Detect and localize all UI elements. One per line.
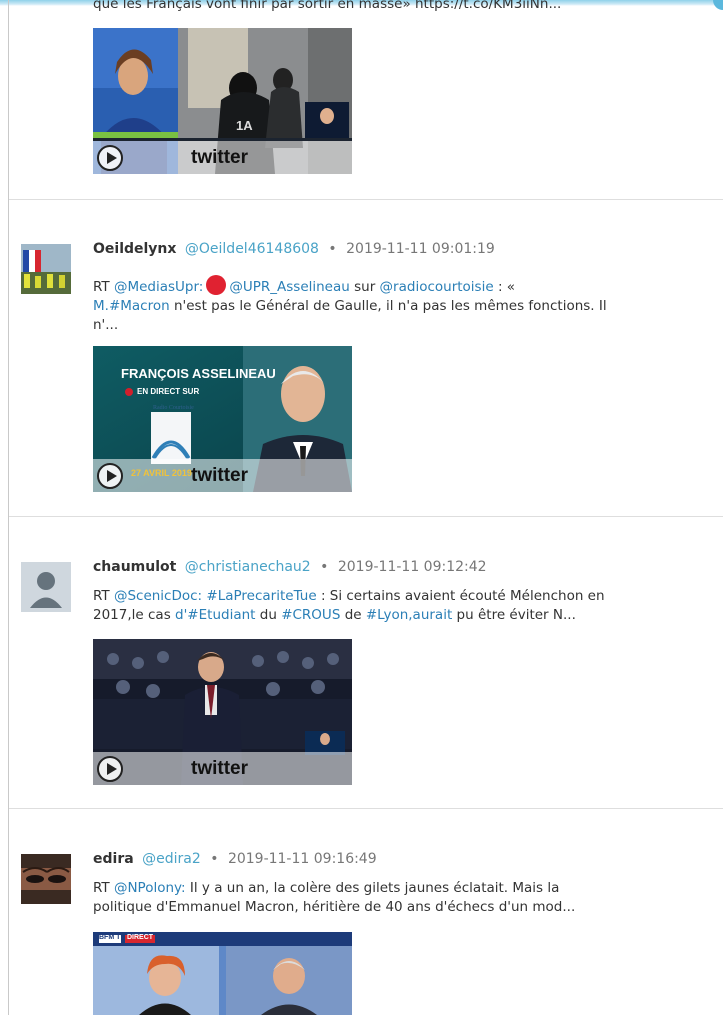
tweet-header: Oeildelynx @Oeildel46148608 • 2019-11-11… [93, 240, 495, 258]
red-circle-icon [206, 275, 227, 295]
overlay-channel: BFM TV [99, 934, 126, 941]
hashtag-link[interactable]: M.#Macron [93, 298, 170, 314]
tweet-text-fragment: pu être éviter N... [456, 607, 576, 623]
tweet-media[interactable]: FRANÇOIS ASSELINEAU EN DIRECT SUR Radio … [93, 346, 352, 492]
mention-link[interactable]: @radiocourtoisie [380, 279, 494, 295]
mention-link[interactable]: @NPolony: [114, 880, 186, 896]
avatar[interactable] [21, 854, 71, 904]
play-icon[interactable] [97, 463, 123, 489]
retweet-marker: RT [93, 279, 110, 295]
tweet-text: RT @NPolony: Il y a un an, la colère des… [93, 879, 613, 917]
play-icon[interactable] [97, 145, 123, 171]
tweet-text-fragment: sur [354, 279, 376, 295]
left-border [8, 0, 9, 1015]
overlay-badge: DIRECT [127, 934, 154, 941]
media-source-label: twitter [191, 758, 248, 779]
tweet-text-fragment: n'est pas le Général de Gaulle, il n'a p… [173, 298, 607, 314]
user-name[interactable]: Oeildelynx [93, 241, 176, 257]
user-handle[interactable]: @edira2 [142, 851, 201, 867]
overlay-subtitle: EN DIRECT SUR [137, 387, 200, 396]
mention-link[interactable]: @ScenicDoc: [114, 588, 202, 604]
tweet-media[interactable]: BFM TV DIRECT [93, 932, 352, 1015]
separator-dot: • [210, 851, 219, 867]
avatar[interactable] [21, 244, 71, 294]
separator-dot: • [328, 241, 337, 257]
tweet-text: que les Français vont finir par sortir e… [93, 0, 653, 14]
tweet-text-fragment: Il y a un an, la colère des gilets jaune… [189, 880, 560, 896]
user-handle[interactable]: @Oeildel46148608 [185, 241, 319, 257]
user-name[interactable]: edira [93, 851, 134, 867]
user-handle[interactable]: @christianechau2 [185, 559, 311, 575]
tweet-text: RT @ScenicDoc: #LaPrecariteTue : Si cert… [93, 587, 613, 625]
hashtag-link[interactable]: #Lyon,aurait [366, 607, 452, 623]
tweet-divider [9, 516, 723, 517]
tweet-text-fragment: du [259, 607, 277, 623]
video-thumbnail [93, 932, 352, 1015]
hashtag-link[interactable]: d'#Etudiant [175, 607, 255, 623]
tweet-timestamp: 2019-11-11 09:16:49 [227, 851, 377, 867]
tweet-media[interactable]: 1A twitter [93, 28, 352, 174]
tweet-divider [9, 808, 723, 809]
user-name[interactable]: chaumulot [93, 559, 176, 575]
mention-link[interactable]: @MediasUpr: [114, 279, 203, 295]
separator-dot: • [320, 559, 329, 575]
default-avatar-icon[interactable] [21, 562, 71, 612]
retweet-marker: RT [93, 588, 110, 604]
tweet-text-fragment: 2017,le cas [93, 607, 171, 623]
media-source-label: twitter [191, 465, 248, 486]
mention-link[interactable]: @UPR_Asselineau [229, 279, 349, 295]
retweet-marker: RT [93, 880, 110, 896]
tweet-timestamp: 2019-11-11 09:12:42 [337, 559, 487, 575]
play-icon[interactable] [97, 756, 123, 782]
tweet-media[interactable]: twitter [93, 639, 352, 785]
svg-text:1A: 1A [236, 118, 253, 133]
overlay-title: FRANÇOIS ASSELINEAU [121, 366, 276, 381]
tweet-text-fragment: : Si certains avaient écouté Mélenchon e… [320, 588, 605, 604]
hashtag-link[interactable]: #LaPrecariteTue [206, 588, 316, 604]
tweet-header: edira @edira2 • 2019-11-11 09:16:49 [93, 850, 377, 868]
hashtag-link[interactable]: #CROUS [281, 607, 340, 623]
tweet-divider [9, 199, 723, 200]
overlay-logo: Radio Courtoisie [153, 405, 194, 411]
tweet-text-fragment: de [344, 607, 362, 623]
overlay-date: 27 AVRIL 2019 [131, 468, 192, 478]
tweet-text: RT @MediasUpr: @UPR_Asselineau sur @radio… [93, 275, 613, 335]
media-source-label: twitter [191, 147, 248, 168]
tweet-text-fragment: politique d'Emmanuel Macron, héritière d… [93, 899, 576, 915]
tweet-text-fragment: : « [497, 279, 516, 295]
tweet-feed-page: que les Français vont finir par sortir e… [0, 0, 723, 1015]
corner-accent [713, 0, 723, 10]
tweet-text-fragment: n'... [93, 317, 119, 333]
tweet-text-line: que les Français vont finir par sortir e… [93, 0, 562, 12]
tweet-timestamp: 2019-11-11 09:01:19 [346, 241, 495, 257]
tweet-header: chaumulot @christianechau2 • 2019-11-11 … [93, 558, 487, 576]
